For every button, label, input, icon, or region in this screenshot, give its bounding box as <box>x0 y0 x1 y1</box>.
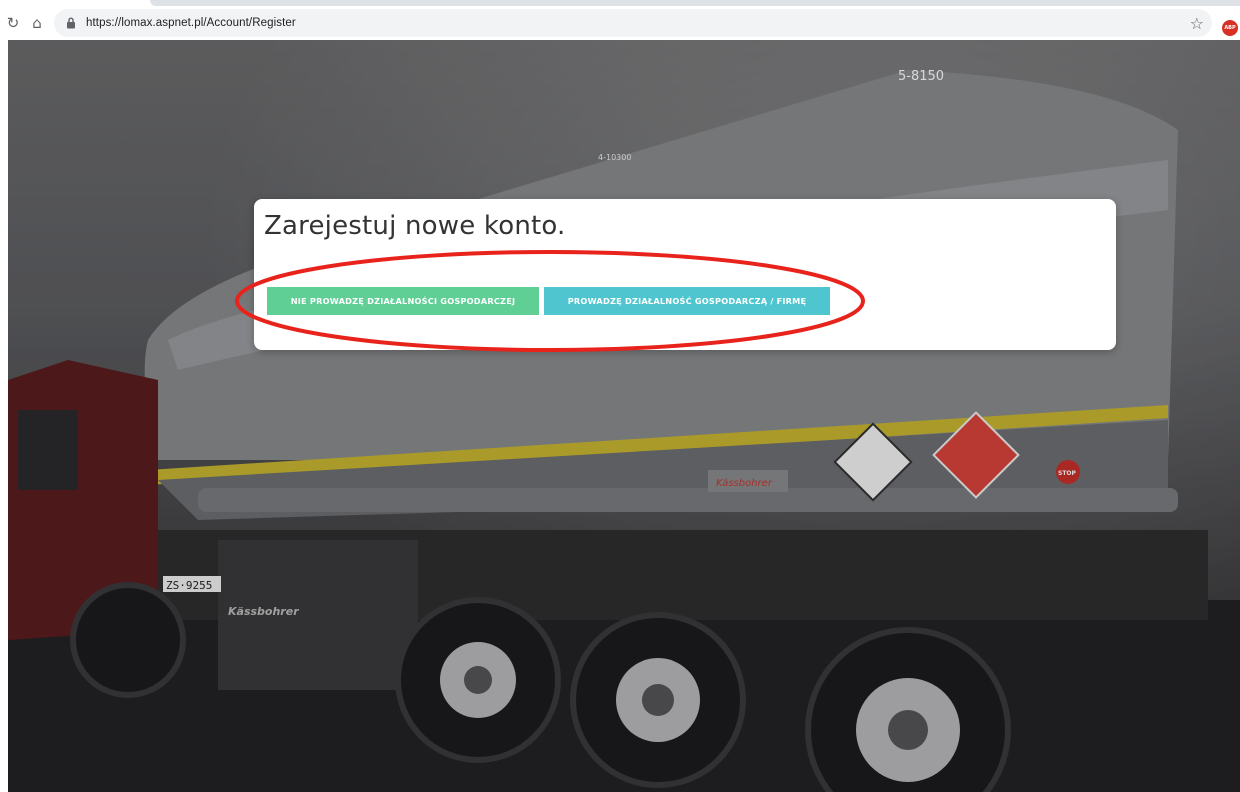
url-text: https://lomax.aspnet.pl/Account/Register <box>86 17 296 29</box>
page-title: Zarejestuj nowe konto. <box>264 211 566 241</box>
reload-icon[interactable]: ↻ <box>2 12 24 34</box>
browser-toolbar: ↻ ⌂ https://lomax.aspnet.pl/Account/Regi… <box>0 6 1240 40</box>
tanker-truck-illustration: 5-8150 4-10300 Kässbohrer Kässbohrer ZS·… <box>8 40 1240 792</box>
background-image: 5-8150 4-10300 Kässbohrer Kässbohrer ZS·… <box>8 40 1240 792</box>
annotation-ellipse <box>235 250 865 352</box>
star-icon[interactable]: ☆ <box>1190 14 1204 33</box>
lock-icon <box>64 16 78 30</box>
home-icon[interactable]: ⌂ <box>26 12 48 34</box>
address-bar[interactable]: https://lomax.aspnet.pl/Account/Register… <box>54 9 1212 37</box>
extension-icon[interactable]: ABP <box>1222 20 1238 36</box>
